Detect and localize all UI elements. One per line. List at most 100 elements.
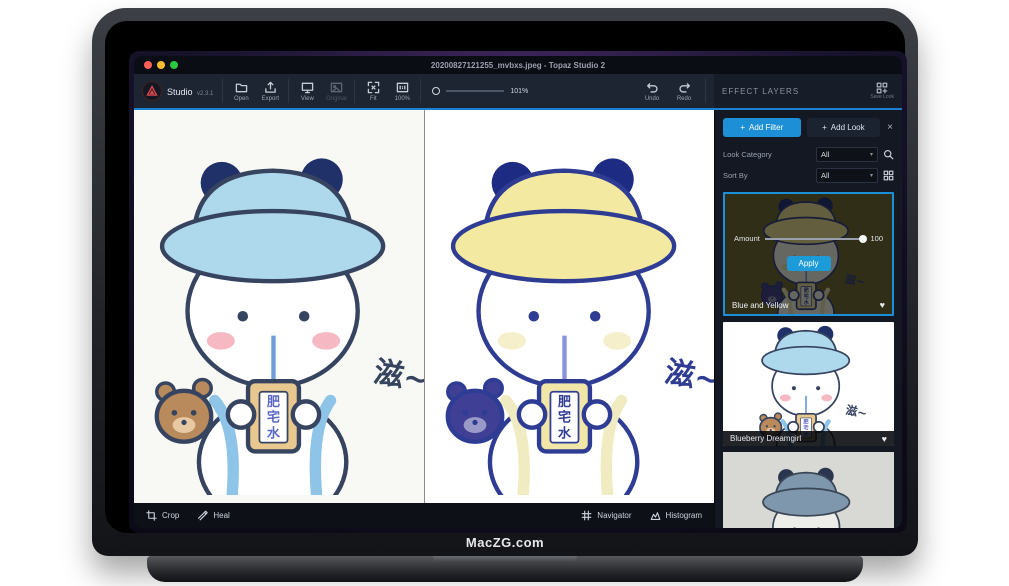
effect-layers-panel: + Add Filter + Add Look × Look C [714, 110, 902, 528]
divider [420, 79, 421, 103]
plus-icon: + [822, 123, 827, 132]
look-card-blueberry-dreamgirl[interactable]: 滋~肥宅水 Blueberry Dreamgirl ♥ [723, 322, 894, 446]
svg-text:水: 水 [557, 424, 571, 441]
image-icon [330, 81, 343, 94]
divider [288, 79, 289, 103]
app-logo: Studio v2.3.1 [142, 81, 213, 101]
footer-right-group: Navigator Histogram [581, 510, 702, 521]
folder-icon [235, 81, 248, 94]
search-button[interactable] [883, 149, 894, 160]
svg-text:滋~: 滋~ [371, 354, 423, 398]
undo-button[interactable]: Undo [641, 81, 663, 102]
titlebar: 20200827121255_mvbxs.jpeg - Topaz Studio… [134, 56, 902, 74]
effect-layers-header: EFFECT LAYERS Save Look [714, 74, 902, 108]
crop-icon [146, 510, 157, 521]
amount-label: Amount [734, 234, 760, 243]
plus-icon: + [740, 123, 745, 132]
navigator-icon [581, 510, 592, 521]
look-name-bar: Blueberry Dreamgirl ♥ [723, 431, 894, 446]
sort-by-label: Sort By [723, 171, 811, 180]
histogram-icon [650, 510, 661, 521]
look-thumbnail: 滋~肥宅水 [723, 452, 894, 528]
studio-version: v2.3.1 [197, 91, 213, 97]
divider [222, 79, 223, 103]
toolbar: Studio v2.3.1 Open Expo [134, 74, 902, 110]
grid-view-button[interactable] [883, 170, 894, 181]
amount-control: Amount 100 [734, 234, 883, 243]
original-artwork: 滋~ 肥宅水 [134, 110, 424, 503]
undo-icon [646, 81, 659, 94]
add-filter-button[interactable]: + Add Filter [723, 118, 801, 137]
monitor-icon [301, 81, 314, 94]
view-button[interactable]: View [296, 81, 318, 102]
heal-button[interactable]: Heal [197, 510, 229, 521]
favorite-heart-icon[interactable]: ♥ [880, 300, 885, 310]
studio-label: Studio [167, 87, 193, 97]
divider [354, 79, 355, 103]
chevron-down-icon: ▾ [870, 151, 873, 158]
add-look-button[interactable]: + Add Look [807, 118, 881, 137]
original-button[interactable]: Original [325, 81, 347, 102]
navigator-button[interactable]: Navigator [581, 510, 631, 521]
open-button[interactable]: Open [230, 81, 252, 102]
zoom-slider-track[interactable] [446, 90, 504, 92]
topaz-logo-icon [142, 81, 162, 101]
search-icon [883, 149, 894, 160]
laptop-bezel: 20200827121255_mvbxs.jpeg - Topaz Studio… [105, 21, 905, 533]
image-canvas: 滋~肥宅水 滋~肥宅水 [134, 110, 714, 503]
toolbar-main: Studio v2.3.1 Open Expo [134, 74, 714, 108]
laptop-frame: 20200827121255_mvbxs.jpeg - Topaz Studio… [92, 8, 918, 556]
amount-slider[interactable] [765, 238, 866, 240]
thumbnail-dark-overlay [725, 194, 892, 314]
amount-value: 100 [870, 234, 883, 243]
svg-text:宅: 宅 [557, 408, 570, 425]
look-card-blue-and-yellow[interactable]: 滋~肥宅水 Amount 100 Apply Bl [723, 192, 894, 316]
histogram-button[interactable]: Histogram [650, 510, 702, 521]
redo-button[interactable]: Redo [673, 81, 695, 102]
svg-text:肥: 肥 [557, 394, 570, 410]
fit-button[interactable]: Fit [362, 81, 384, 102]
svg-text:水: 水 [267, 424, 281, 441]
original-image-pane: 滋~ 肥宅水 [134, 110, 424, 503]
divider [705, 79, 706, 103]
look-name-row: Blue and Yellow ♥ [732, 300, 885, 310]
heal-brush-icon [197, 510, 208, 521]
one-to-one-icon [396, 81, 409, 94]
look-name: Blueberry Dreamgirl [730, 434, 801, 443]
crop-button[interactable]: Crop [146, 510, 179, 521]
favorite-heart-icon[interactable]: ♥ [882, 434, 887, 444]
bottom-toolbar: Crop Heal Navigator [134, 503, 714, 528]
filtered-artwork: 滋~ 肥宅水 [425, 110, 715, 503]
look-card-partial[interactable]: 滋~肥宅水 [723, 452, 894, 528]
main-area: 滋~肥宅水 滋~肥宅水 Crop [134, 110, 902, 528]
looks-list: 滋~肥宅水 Amount 100 Apply Bl [715, 186, 902, 528]
page: 20200827121255_mvbxs.jpeg - Topaz Studio… [0, 0, 1009, 586]
fit-screen-icon [367, 81, 380, 94]
svg-text:滋~: 滋~ [662, 354, 714, 398]
svg-text:肥: 肥 [267, 394, 280, 410]
look-category-label: Look Category [723, 150, 811, 159]
zoom-slider-knob[interactable] [432, 87, 440, 95]
save-look-button[interactable]: Save Look [870, 82, 894, 100]
window-title: 20200827121255_mvbxs.jpeg - Topaz Studio… [134, 61, 902, 70]
canvas-column: 滋~肥宅水 滋~肥宅水 Crop [134, 110, 714, 528]
desktop-wallpaper: 20200827121255_mvbxs.jpeg - Topaz Studio… [129, 51, 907, 533]
sort-by-row: Sort By All ▾ [715, 165, 902, 186]
sort-by-select[interactable]: All ▾ [816, 168, 878, 183]
look-thumbnail: 滋~肥宅水 [723, 322, 894, 446]
svg-text:宅: 宅 [267, 408, 280, 425]
apply-button[interactable]: Apply [786, 256, 830, 271]
export-button[interactable]: Export [259, 81, 281, 102]
zoom-value: 101% [510, 88, 528, 95]
amount-slider-knob[interactable] [859, 235, 867, 243]
effect-layers-title: EFFECT LAYERS [722, 87, 799, 96]
laptop-brand-text: MacZG.com [92, 535, 918, 550]
preview-image-pane: 滋~ 肥宅水 [424, 110, 715, 503]
app-window: 20200827121255_mvbxs.jpeg - Topaz Studio… [134, 56, 902, 528]
look-category-select[interactable]: All ▾ [816, 147, 878, 162]
export-icon [264, 81, 277, 94]
actual-size-button[interactable]: 100% [391, 81, 413, 102]
close-panel-button[interactable]: × [886, 123, 894, 133]
panel-actions: + Add Filter + Add Look × [715, 110, 902, 144]
zoom-slider[interactable]: 101% [432, 87, 528, 95]
